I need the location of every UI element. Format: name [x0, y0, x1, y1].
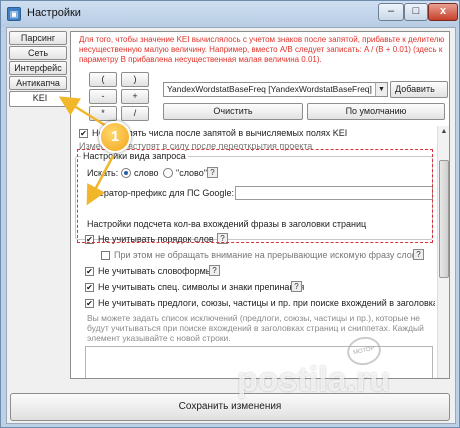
add-button[interactable]: Добавить: [390, 81, 448, 98]
special-chars-label: Не учитывать спец. символы и знаки препи…: [98, 282, 305, 292]
clear-button[interactable]: Очистить: [163, 103, 303, 120]
chevron-down-icon: ▼: [375, 83, 387, 96]
watermark-text: postila.ru: [237, 361, 391, 399]
divide-button[interactable]: /: [121, 106, 149, 121]
vertical-scrollbar[interactable]: ▲: [437, 126, 449, 378]
tab-parsing[interactable]: Парсинг: [9, 31, 67, 45]
app-icon: ▣: [7, 7, 21, 21]
word-forms-checkbox[interactable]: ✔: [85, 267, 94, 276]
help-icon[interactable]: ?: [413, 249, 424, 260]
plus-button[interactable]: +: [121, 89, 149, 104]
minus-button[interactable]: -: [89, 89, 117, 104]
multiply-button[interactable]: *: [89, 106, 117, 121]
tab-list: Парсинг Сеть Интерфейс Антикапча KEI: [9, 31, 71, 108]
param-select[interactable]: YandexWordstatBaseFreq [YandexWordstatBa…: [163, 82, 388, 97]
title-bar: ▣ Настройки – □ x: [1, 1, 459, 27]
scrollbar-thumb[interactable]: [439, 160, 449, 278]
interrupt-words-label: При этом не обращать внимание на прерыва…: [114, 250, 422, 260]
occurrence-highlight-frame: [77, 149, 433, 243]
tab-interface[interactable]: Интерфейс: [9, 61, 67, 75]
help-icon[interactable]: ?: [291, 281, 302, 292]
word-forms-label: Не учитывать словоформы: [98, 266, 213, 276]
tab-anticaptcha[interactable]: Антикапча: [9, 76, 67, 90]
help-icon[interactable]: ?: [209, 265, 220, 276]
prepositions-checkbox[interactable]: ✔: [85, 299, 94, 308]
special-chars-checkbox[interactable]: ✔: [85, 283, 94, 292]
close-paren-button[interactable]: ): [121, 72, 149, 87]
kei-panel: Для того, чтобы значение KEI вычислялось…: [70, 31, 450, 379]
tab-network[interactable]: Сеть: [9, 46, 67, 60]
param-select-value: YandexWordstatBaseFreq [YandexWordstatBa…: [167, 84, 372, 94]
kei-hint: Для того, чтобы значение KEI вычислялось…: [79, 35, 445, 64]
scroll-up-icon[interactable]: ▲: [438, 126, 450, 138]
close-button[interactable]: x: [428, 3, 458, 21]
tab-kei[interactable]: KEI: [9, 91, 71, 107]
minimize-button[interactable]: –: [378, 3, 404, 21]
decimals-checkbox[interactable]: ✔: [79, 129, 88, 138]
prepositions-label: Не учитывать предлоги, союзы, частицы и …: [98, 298, 435, 308]
interrupt-words-checkbox[interactable]: [101, 251, 110, 260]
exclusions-hint: Вы можете задать список исключений (пред…: [87, 313, 424, 343]
step-number-badge: 1: [99, 121, 131, 153]
open-paren-button[interactable]: (: [89, 72, 117, 87]
maximize-button[interactable]: □: [404, 3, 428, 21]
settings-window: ▣ Настройки – □ x Парсинг Сеть Интерфейс…: [0, 0, 460, 428]
default-button[interactable]: По умолчанию: [307, 103, 445, 120]
window-title: Настройки: [27, 7, 81, 19]
